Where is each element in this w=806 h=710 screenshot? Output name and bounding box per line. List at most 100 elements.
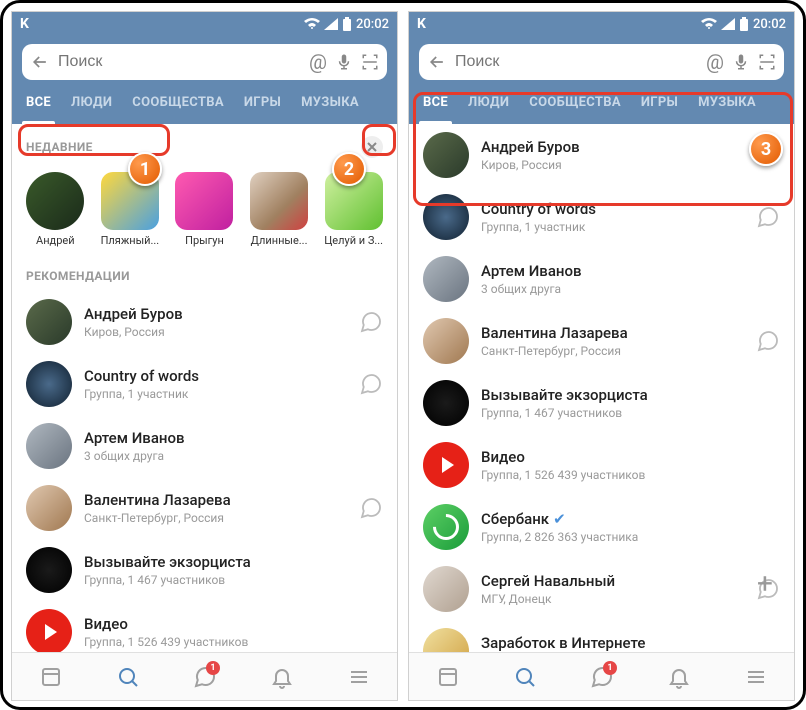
nav-messages[interactable]: 1 [563, 653, 640, 700]
recent-item[interactable]: Пляжный... [95, 172, 166, 247]
battery-icon [739, 17, 749, 31]
message-icon[interactable] [359, 496, 383, 520]
recent-item[interactable]: Прыгун [169, 172, 240, 247]
tab-music[interactable]: МУЗЫКА [291, 80, 369, 124]
message-icon[interactable] [359, 372, 383, 396]
app-k-logo: K [20, 16, 29, 32]
status-bar: K 20:02 [409, 12, 794, 36]
filter-tabs: ВСЕ ЛЮДИ СООБЩЕСТВА ИГРЫ МУЗЫКА [12, 80, 397, 124]
nav-feed[interactable] [409, 653, 486, 700]
verified-icon: ✔ [553, 510, 566, 528]
signal-icon [324, 18, 338, 30]
recent-item[interactable]: Андрей [20, 172, 91, 247]
back-arrow-icon[interactable] [427, 52, 447, 72]
message-icon[interactable] [756, 205, 780, 229]
filter-tabs: ВСЕ ЛЮДИ СООБЩЕСТВА ИГРЫ МУЗЫКА [409, 80, 794, 124]
nav-menu[interactable] [717, 653, 794, 700]
list-item[interactable]: Валентина ЛазареваСанкт-Петербург, Росси… [409, 310, 794, 372]
avatar [423, 132, 469, 178]
avatar [26, 485, 72, 531]
list-item[interactable]: Country of wordsГруппа, 1 участник [12, 353, 397, 415]
bottom-nav: 1 [409, 652, 794, 700]
list-item[interactable]: Country of wordsГруппа, 1 участник [409, 186, 794, 248]
signal-icon [721, 18, 735, 30]
nav-messages[interactable]: 1 [166, 653, 243, 700]
tab-all[interactable]: ВСЕ [16, 80, 61, 124]
list-item[interactable]: ВидеоГруппа, 1 526 439 участников [12, 601, 397, 652]
avatar [423, 566, 469, 612]
tab-people[interactable]: ЛЮДИ [61, 80, 122, 124]
list-item[interactable]: Заработок в ИнтернетеГруппа, 32 911 учас… [409, 620, 794, 652]
content-area: Андрей БуровКиров, Россия Country of wor… [409, 124, 794, 652]
status-time: 20:02 [753, 17, 786, 32]
avatar [423, 380, 469, 426]
avatar [423, 628, 469, 652]
avatar [26, 361, 72, 407]
search-input[interactable] [58, 53, 301, 71]
list-item[interactable]: Сергей НавальныйМГУ, Донецк [409, 558, 794, 620]
tab-communities[interactable]: СООБЩЕСТВА [122, 80, 234, 124]
message-icon[interactable] [756, 329, 780, 353]
badge: 1 [206, 661, 220, 675]
mention-icon[interactable]: @ [706, 50, 724, 74]
scan-icon[interactable] [361, 53, 379, 71]
annotation-badge-1: 1 [128, 152, 162, 186]
search-input[interactable] [455, 53, 698, 71]
nav-menu[interactable] [320, 653, 397, 700]
phone-right: K 20:02 @ ВСЕ ЛЮДИ СООБЩЕСТВА ИГРЫ МУЗЫК… [408, 11, 795, 701]
avatar [26, 299, 72, 345]
avatar [423, 504, 469, 550]
mic-icon[interactable] [732, 53, 750, 71]
back-arrow-icon[interactable] [30, 52, 50, 72]
avatar [423, 194, 469, 240]
section-reco-label: РЕКОМЕНДАЦИИ [26, 269, 130, 283]
recent-item[interactable]: Длинные... [244, 172, 315, 247]
list-item[interactable]: Валентина ЛазареваСанкт-Петербург, Росси… [12, 477, 397, 539]
avatar [423, 442, 469, 488]
badge: 1 [603, 661, 617, 675]
tab-games[interactable]: ИГРЫ [234, 80, 291, 124]
tab-music[interactable]: МУЗЫКА [688, 80, 766, 124]
search-box[interactable]: @ [22, 44, 387, 80]
tab-communities[interactable]: СООБЩЕСТВА [519, 80, 631, 124]
avatar [423, 318, 469, 364]
list-item[interactable]: Артем Иванов3 общих друга [409, 248, 794, 310]
status-bar: K 20:02 [12, 12, 397, 36]
search-bar-container: @ [409, 36, 794, 80]
message-icon[interactable] [359, 310, 383, 334]
tab-games[interactable]: ИГРЫ [631, 80, 688, 124]
nav-search[interactable] [89, 653, 166, 700]
list-item[interactable]: Андрей БуровКиров, Россия [12, 291, 397, 353]
annotation-badge-3: 3 [749, 132, 783, 166]
list-item[interactable]: Вызывайте экзорцистаГруппа, 1 467 участн… [409, 372, 794, 434]
list-item[interactable]: Андрей БуровКиров, Россия [409, 124, 794, 186]
tab-all[interactable]: ВСЕ [413, 80, 458, 124]
nav-feed[interactable] [12, 653, 89, 700]
avatar [423, 256, 469, 302]
wifi-icon [701, 18, 717, 30]
bottom-nav: 1 [12, 652, 397, 700]
list-item[interactable]: ВидеоГруппа, 1 526 439 участников [409, 434, 794, 496]
phone-left: K 20:02 @ ВСЕ ЛЮДИ СООБЩЕСТВА ИГРЫ МУЗЫК… [11, 11, 398, 701]
section-recent-label: НЕДАВНИЕ [26, 140, 93, 154]
nav-notifications[interactable] [243, 653, 320, 700]
section-reco: РЕКОМЕНДАЦИИ [12, 257, 397, 291]
avatar [26, 609, 72, 652]
list-item[interactable]: Сбербанк✔Группа, 2 826 363 участника [409, 496, 794, 558]
search-box[interactable]: @ [419, 44, 784, 80]
clear-recent-button[interactable] [361, 136, 383, 158]
list-item[interactable]: Вызывайте экзорцистаГруппа, 1 467 участн… [12, 539, 397, 601]
annotation-badge-2: 2 [332, 152, 366, 186]
nav-notifications[interactable] [640, 653, 717, 700]
avatar [26, 423, 72, 469]
tab-people[interactable]: ЛЮДИ [458, 80, 519, 124]
mention-icon[interactable]: @ [309, 50, 327, 74]
add-button[interactable]: + [750, 568, 780, 598]
search-bar-container: @ [12, 36, 397, 80]
list-item[interactable]: Артем Иванов3 общих друга [12, 415, 397, 477]
content-area: НЕДАВНИЕ Андрей Пляжный... Прыгун Длинны… [12, 124, 397, 652]
mic-icon[interactable] [335, 53, 353, 71]
status-time: 20:02 [356, 17, 389, 32]
nav-search[interactable] [486, 653, 563, 700]
scan-icon[interactable] [758, 53, 776, 71]
